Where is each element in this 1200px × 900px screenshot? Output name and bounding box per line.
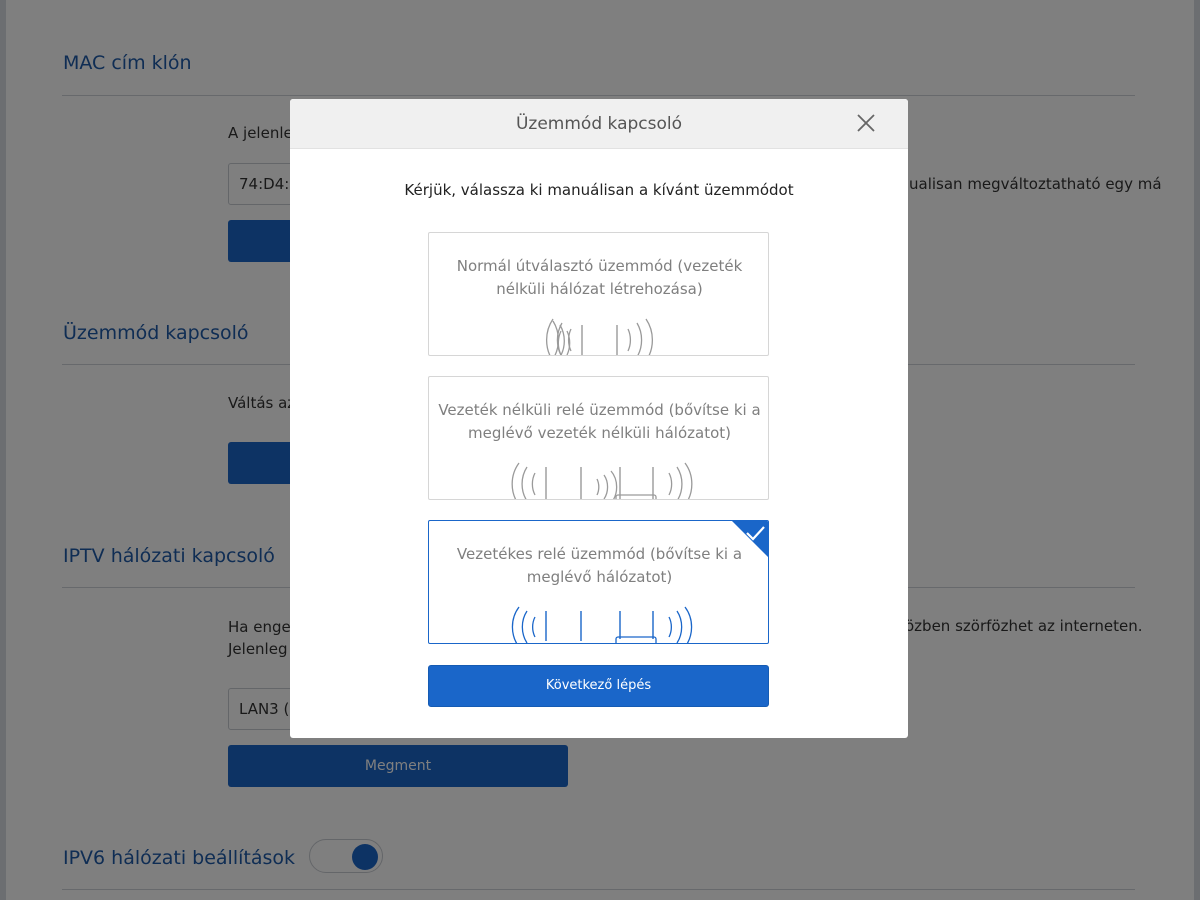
wireless-relay-icon <box>511 462 693 499</box>
router-icon <box>546 318 653 355</box>
wired-relay-icon <box>511 606 693 643</box>
option-router-mode[interactable]: Normál útválasztó üzemmód (vezeték nélkü… <box>428 232 769 356</box>
next-step-button[interactable]: Következő lépés <box>428 665 769 707</box>
checkmark-icon <box>732 521 768 557</box>
close-icon <box>857 114 875 132</box>
option-wired-relay-mode[interactable]: Vezetékes relé üzemmód (bővítse ki a meg… <box>428 520 769 644</box>
dialog-title: Üzemmód kapcsoló <box>515 114 683 134</box>
dialog-instruction: Kérjük, válassza ki manuálisan a kívánt … <box>404 181 794 199</box>
close-button[interactable] <box>852 109 880 137</box>
mode-switch-dialog: Üzemmód kapcsoló Kérjük, válassza ki man… <box>290 99 908 738</box>
dialog-header: Üzemmód kapcsoló <box>290 99 908 149</box>
option-wireless-relay-mode[interactable]: Vezeték nélküli relé üzemmód (bővítse ki… <box>428 376 769 500</box>
